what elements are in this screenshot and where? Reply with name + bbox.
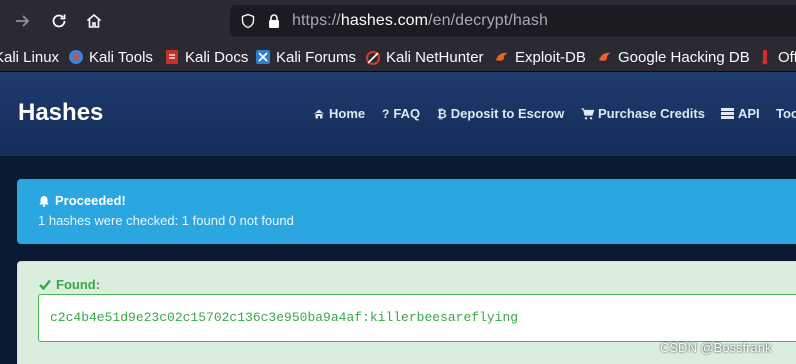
- lock-icon[interactable]: [266, 13, 282, 29]
- ghdb-icon: [599, 52, 611, 61]
- bookmark-offsec[interactable]: Off: [757, 48, 796, 66]
- result-box[interactable]: c2c4b4e51d9e23c02c15702c136c3e950ba9a4af…: [38, 294, 796, 342]
- kali-forums-icon: [256, 50, 270, 64]
- bookmark-label: Kali Docs: [185, 48, 249, 66]
- offsec-icon: [762, 50, 768, 65]
- check-icon: [39, 279, 51, 290]
- url-path: /en/decrypt/hash: [428, 12, 548, 29]
- info-alert: Proceeded! 1 hashes were checked: 1 foun…: [17, 179, 796, 244]
- kali-tools-icon: [69, 50, 83, 64]
- shield-icon[interactable]: [240, 13, 256, 29]
- bookmark-label: Kali Tools: [89, 48, 153, 66]
- forward-button[interactable]: [10, 9, 34, 33]
- bookmark-kali-docs[interactable]: Kali Docs: [164, 48, 248, 66]
- bookmark-exploit-db[interactable]: Exploit-DB: [494, 48, 586, 66]
- nav-label: FAQ: [393, 106, 421, 121]
- nav-label: Too: [776, 106, 796, 121]
- question-icon: ?: [382, 106, 390, 121]
- bookmark-kali-forums[interactable]: Kali Forums: [255, 48, 356, 66]
- alert-title: Proceeded!: [38, 193, 126, 208]
- alert-message: 1 hashes were checked: 1 found 0 not fou…: [38, 213, 294, 228]
- bitcoin-icon: ₿: [437, 106, 447, 121]
- bookmark-google-hacking-db[interactable]: Google Hacking DB: [597, 48, 750, 66]
- bookmark-label: Kali NetHunter: [386, 48, 484, 66]
- bookmark-label: Google Hacking DB: [618, 48, 750, 66]
- url-bar[interactable]: https://hashes.com/en/decrypt/hash: [230, 5, 796, 37]
- list-icon: [721, 108, 734, 119]
- nethunter-icon: [366, 51, 380, 65]
- bookmark-label: Kali Linux: [0, 48, 60, 66]
- found-label-text: Found:: [56, 277, 101, 292]
- arrow-right-icon: [16, 15, 30, 27]
- nav-label: Deposit to Escrow: [450, 106, 565, 121]
- nav-label: Home: [329, 106, 366, 121]
- url-scheme: https://: [292, 12, 341, 29]
- url-text[interactable]: https://hashes.com/en/decrypt/hash: [292, 12, 548, 30]
- reload-button[interactable]: [47, 9, 71, 33]
- nav-api[interactable]: API: [721, 106, 760, 121]
- browser-toolbar: https://hashes.com/en/decrypt/hash: [0, 0, 796, 42]
- exploit-db-icon: [496, 52, 508, 61]
- bookmark-label: Kali Forums: [276, 48, 357, 66]
- bookmarks-bar: Kali Linux Kali Tools Kali Docs Kali For…: [0, 42, 796, 72]
- found-label: Found:: [39, 277, 100, 292]
- bookmark-kali-tools[interactable]: Kali Tools: [68, 48, 153, 66]
- nav-label: Purchase Credits: [598, 106, 705, 121]
- bell-icon: [39, 195, 49, 207]
- home-button[interactable]: [82, 9, 106, 33]
- watermark: CSDN @Bossfrank: [660, 340, 772, 355]
- url-host: hashes.com: [340, 12, 429, 29]
- kali-docs-icon: [166, 50, 178, 64]
- cart-icon: [581, 107, 594, 119]
- nav-home[interactable]: Home: [313, 106, 365, 121]
- home-icon: [314, 109, 324, 118]
- alert-title-text: Proceeded!: [55, 193, 126, 208]
- hash-result[interactable]: c2c4b4e51d9e23c02c15702c136c3e950ba9a4af…: [50, 310, 518, 325]
- bookmark-kali-linux[interactable]: Kali Linux: [0, 48, 59, 66]
- site-brand[interactable]: Hashes: [18, 99, 103, 127]
- nav-deposit-escrow[interactable]: ₿ Deposit to Escrow: [437, 106, 564, 121]
- nav-faq[interactable]: ? FAQ: [382, 106, 420, 121]
- bookmark-label: Exploit-DB: [515, 48, 586, 66]
- site-header: Hashes Home ? FAQ ₿ Deposit to Escrow Pu…: [0, 72, 796, 156]
- home-icon: [86, 13, 102, 28]
- nav-purchase-credits[interactable]: Purchase Credits: [581, 106, 705, 121]
- nav-label: API: [738, 106, 760, 121]
- bookmark-kali-nethunter[interactable]: Kali NetHunter: [365, 48, 484, 66]
- nav-tools[interactable]: Too: [776, 106, 796, 121]
- bookmark-label: Off: [778, 48, 796, 66]
- reload-icon: [52, 14, 66, 28]
